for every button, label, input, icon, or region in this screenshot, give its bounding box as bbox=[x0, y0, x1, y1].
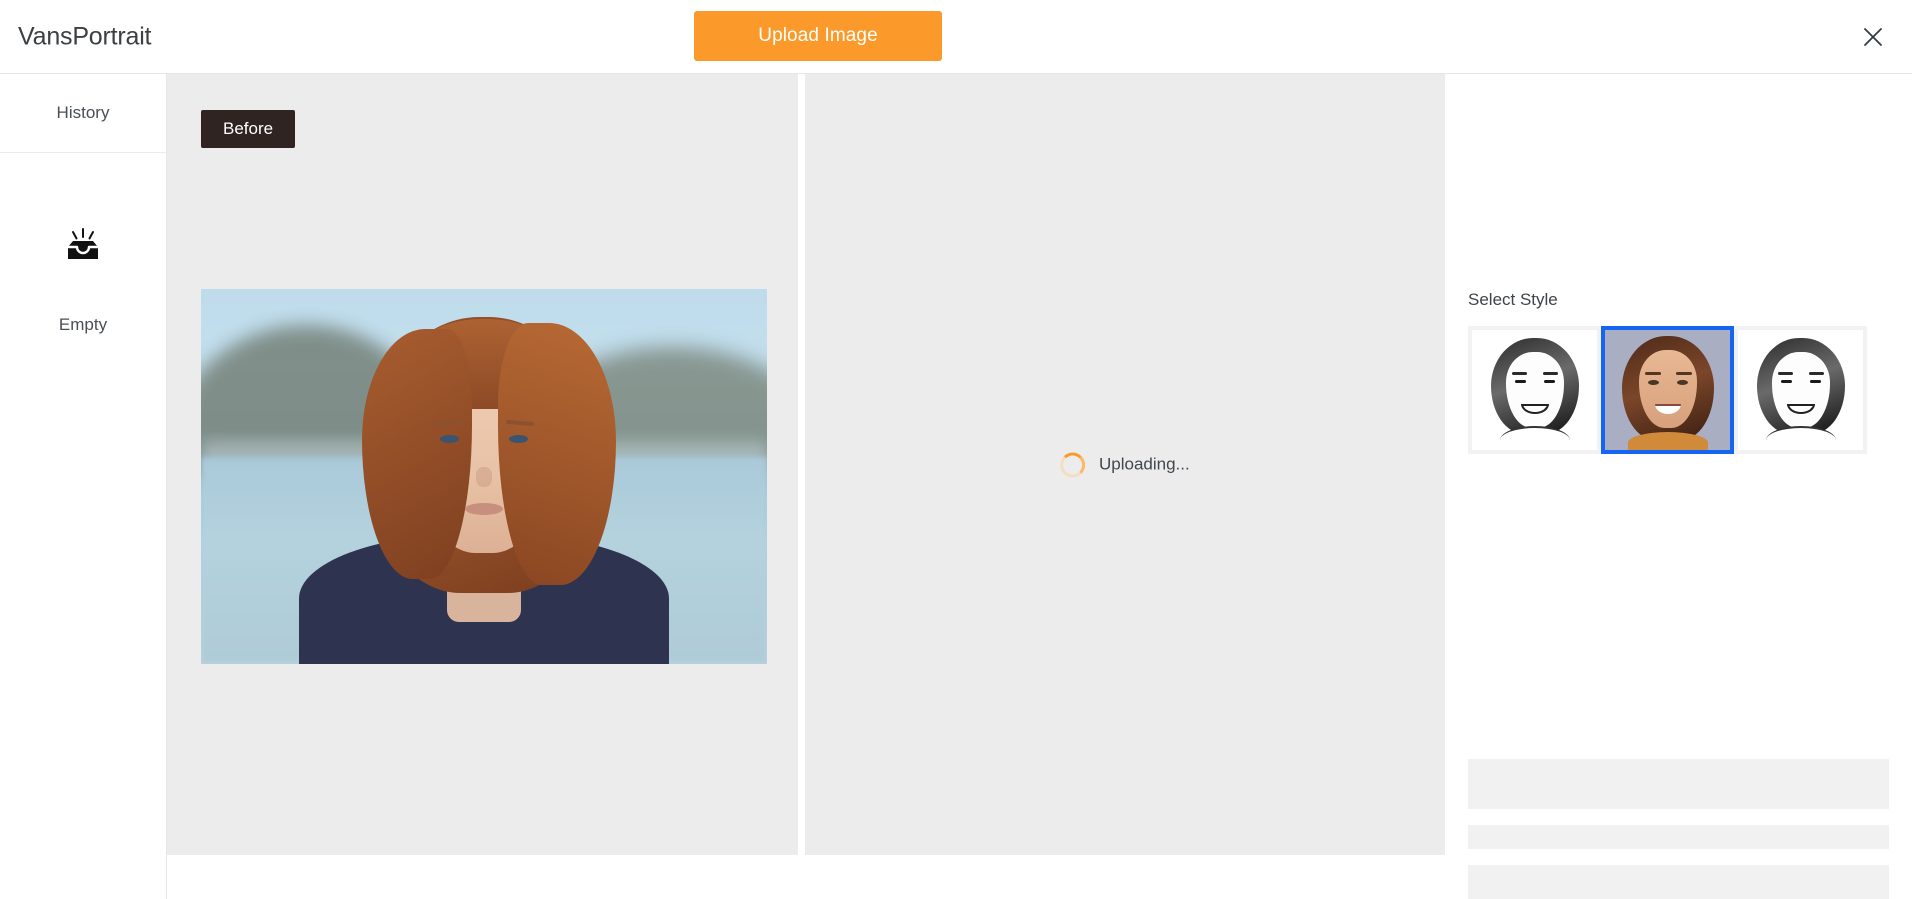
app-body: History Empty Before Uploading... Select… bbox=[0, 74, 1912, 899]
source-image-render bbox=[201, 289, 767, 664]
vansportrait-app: VansPortrait Upload Image History Empty … bbox=[0, 0, 1912, 899]
style-thumbnail-sketch-1 bbox=[1472, 330, 1597, 450]
uploading-label: Uploading... bbox=[1098, 454, 1190, 474]
photo-nose bbox=[476, 467, 492, 487]
result-pane: Uploading... bbox=[804, 74, 1445, 855]
placeholder-bar bbox=[1468, 759, 1889, 809]
before-pane: Before bbox=[167, 74, 799, 855]
history-tab-label: History bbox=[56, 103, 110, 122]
photo-eye-left bbox=[440, 435, 459, 443]
sidebar-tab-history[interactable]: History bbox=[0, 74, 166, 153]
uploading-status: Uploading... bbox=[1059, 452, 1190, 477]
close-icon bbox=[1862, 26, 1884, 48]
app-brand-title: VansPortrait bbox=[18, 22, 152, 50]
panel-loading-placeholders bbox=[1445, 759, 1912, 899]
photo-eye-right bbox=[509, 435, 528, 443]
before-badge: Before bbox=[201, 110, 296, 148]
style-thumbnail-sketch-2 bbox=[1738, 330, 1863, 450]
close-button[interactable] bbox=[1856, 20, 1890, 54]
photo-mouth bbox=[465, 503, 503, 515]
placeholder-bar bbox=[1468, 865, 1889, 899]
style-thumbnail-painted-color bbox=[1605, 330, 1730, 450]
style-option-sketch-2[interactable] bbox=[1734, 326, 1867, 454]
spinner-icon bbox=[1059, 452, 1085, 477]
style-option-painted-color[interactable] bbox=[1601, 326, 1734, 454]
style-thumbnail-strip bbox=[1468, 326, 1867, 454]
source-image[interactable] bbox=[201, 289, 767, 664]
history-empty-state: Empty bbox=[0, 153, 166, 899]
history-empty-label: Empty bbox=[58, 315, 108, 334]
inbox-empty-icon bbox=[56, 225, 110, 271]
select-style-label: Select Style bbox=[1468, 290, 1558, 309]
placeholder-bar bbox=[1468, 825, 1889, 849]
photo-hair-right bbox=[498, 323, 616, 585]
style-option-sketch-1[interactable] bbox=[1468, 326, 1601, 454]
upload-image-button[interactable]: Upload Image bbox=[694, 11, 942, 61]
photo-hair-left bbox=[362, 329, 472, 579]
canvas-area: Before Uploading... bbox=[167, 74, 1445, 899]
style-panel: Select Style bbox=[1445, 74, 1912, 899]
sidebar: History Empty bbox=[0, 74, 167, 899]
app-header: VansPortrait Upload Image bbox=[0, 0, 1912, 74]
